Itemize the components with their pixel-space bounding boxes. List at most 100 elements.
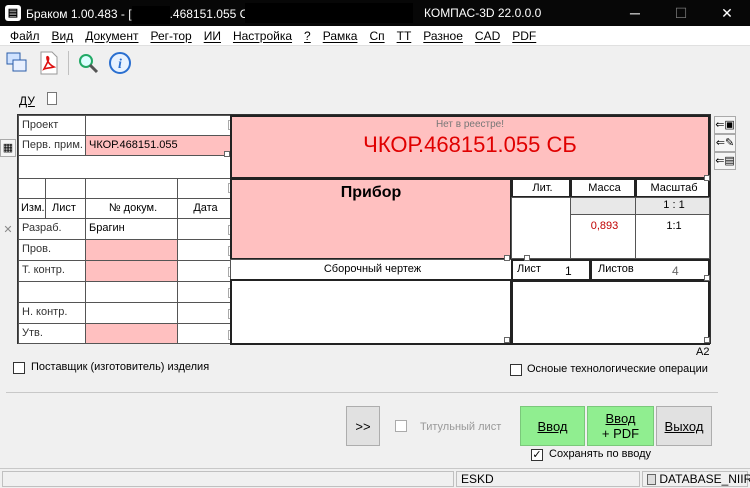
menu-view[interactable]: Вид bbox=[46, 29, 80, 43]
menu-ai[interactable]: ИИ bbox=[198, 29, 227, 43]
close-icon[interactable]: ✕ bbox=[704, 0, 750, 26]
doc-type-field[interactable]: Сборочный чертеж bbox=[230, 259, 512, 280]
project-field[interactable] bbox=[85, 115, 231, 136]
masshtab-top-field[interactable]: 1 : 1 bbox=[635, 197, 710, 215]
status-database-panel: DATABASE_NIIR bbox=[642, 471, 750, 487]
lit-field[interactable] bbox=[511, 197, 571, 259]
razrab-date[interactable] bbox=[177, 218, 231, 240]
nkontr-date[interactable] bbox=[177, 302, 231, 324]
title-block-stamp: Проект Перв. прим. ЧКОР.468151.055 Изм. … bbox=[17, 114, 711, 345]
menu-registry[interactable]: Рег-тор bbox=[144, 29, 197, 43]
menu-pdf[interactable]: PDF bbox=[506, 29, 542, 43]
resize-handle[interactable] bbox=[704, 175, 710, 181]
save-on-enter-checkbox[interactable]: ✓ bbox=[531, 449, 543, 461]
company-field[interactable] bbox=[511, 280, 710, 345]
supplier-label: Поставщик (изготовитель) изделия bbox=[31, 361, 210, 373]
redaction-bar bbox=[245, 3, 413, 23]
resize-handle[interactable] bbox=[524, 255, 530, 261]
resize-handle[interactable] bbox=[704, 337, 710, 343]
blank-field[interactable] bbox=[85, 281, 178, 303]
sheets-label: Листов bbox=[598, 263, 634, 275]
save-icon[interactable]: ⇐▣ bbox=[714, 116, 736, 134]
perv-prim-field[interactable]: ЧКОР.468151.055 bbox=[85, 135, 231, 156]
enter-pdf-line2: + PDF bbox=[601, 426, 640, 441]
info-icon[interactable]: i bbox=[107, 50, 133, 76]
attach-icon[interactable]: ⇐✎ bbox=[714, 134, 736, 152]
sheet-field[interactable]: Лист 1 bbox=[511, 259, 591, 281]
nkontr-label: Н. контр. bbox=[18, 302, 86, 324]
resize-handle[interactable] bbox=[704, 275, 710, 281]
prov-date[interactable] bbox=[177, 239, 231, 261]
minimize-icon[interactable]: ─ bbox=[612, 0, 658, 26]
enter-pdf-button[interactable]: Ввод + PDF bbox=[587, 406, 654, 446]
menu-cad[interactable]: CAD bbox=[469, 29, 506, 43]
menu-sp[interactable]: Сп bbox=[363, 29, 390, 43]
tkontr-date[interactable] bbox=[177, 260, 231, 282]
ndoc-cell[interactable] bbox=[85, 178, 178, 199]
pdf-icon[interactable] bbox=[36, 50, 62, 76]
izm-cell[interactable] bbox=[18, 178, 46, 199]
menu-file[interactable]: Файл bbox=[4, 29, 46, 43]
product-name-field[interactable]: Прибор bbox=[230, 178, 512, 260]
resize-handle[interactable] bbox=[504, 255, 510, 261]
list-cell[interactable] bbox=[45, 178, 86, 199]
svg-text:i: i bbox=[118, 57, 122, 72]
tech-ops-checkbox[interactable] bbox=[510, 364, 522, 376]
status-database: DATABASE_NIIR bbox=[659, 472, 750, 486]
menu-settings[interactable]: Настройка bbox=[227, 29, 298, 43]
exit-button[interactable]: Выход bbox=[656, 406, 712, 446]
massa-value[interactable]: 0,893 bbox=[570, 214, 636, 259]
resize-handle[interactable] bbox=[224, 151, 230, 157]
status-panel bbox=[2, 471, 454, 487]
save-on-enter-label: Сохранять по вводу bbox=[549, 448, 652, 460]
date-header: Дата bbox=[177, 198, 231, 219]
sheets-field[interactable]: Листов 4 bbox=[590, 259, 710, 281]
list-header: Лист bbox=[45, 198, 86, 219]
masshtab-header: Масштаб bbox=[635, 178, 710, 198]
nkontr-field[interactable] bbox=[85, 302, 178, 324]
menu-bar: Файл Вид Документ Рег-тор ИИ Настройка ?… bbox=[0, 26, 750, 46]
search-icon[interactable] bbox=[75, 50, 101, 76]
massa-header: Масса bbox=[570, 178, 636, 198]
utv-field[interactable] bbox=[85, 323, 178, 344]
title-prefix: Браком 1.00.483 - [ bbox=[26, 7, 132, 22]
title-sheet-checkbox[interactable] bbox=[395, 420, 407, 432]
resize-handle[interactable] bbox=[504, 337, 510, 343]
toolbar: i bbox=[0, 46, 750, 80]
kompas-version: КОМПАС-3D 22.0.0.0 bbox=[424, 6, 542, 20]
enter-button[interactable]: Ввод bbox=[520, 406, 585, 446]
date-cell[interactable] bbox=[177, 178, 231, 199]
razrab-field[interactable]: Брагин bbox=[85, 218, 178, 240]
menu-document[interactable]: Документ bbox=[79, 29, 144, 43]
menu-help[interactable]: ? bbox=[298, 29, 317, 43]
clear-icon[interactable]: ✕ bbox=[0, 222, 16, 240]
masshtab-value[interactable]: 1:1 bbox=[635, 214, 710, 259]
menu-frame[interactable]: Рамка bbox=[317, 29, 364, 43]
project-label: Проект bbox=[18, 115, 86, 136]
maximize-icon[interactable]: ☐ bbox=[658, 0, 704, 26]
massa-top-field[interactable] bbox=[570, 197, 636, 215]
toolbar-separator bbox=[68, 51, 69, 75]
menu-misc[interactable]: Разное bbox=[417, 29, 469, 43]
utv-date[interactable] bbox=[177, 323, 231, 344]
du-checkbox[interactable] bbox=[47, 92, 57, 105]
blank-label bbox=[18, 281, 86, 303]
title-suffix: .468151.055 СБ bbox=[169, 7, 257, 22]
menu-tt[interactable]: ТТ bbox=[391, 29, 418, 43]
blank-date[interactable] bbox=[177, 281, 231, 303]
tkontr-field[interactable] bbox=[85, 260, 178, 282]
status-standard: ESKD bbox=[456, 471, 640, 487]
supplier-checkbox[interactable] bbox=[13, 362, 25, 374]
registry-warning: Нет в реестре! bbox=[435, 119, 505, 130]
more-button[interactable]: >> bbox=[346, 406, 380, 446]
stamp-tool-icon[interactable]: ▦ bbox=[0, 139, 16, 157]
prov-field[interactable] bbox=[85, 239, 178, 261]
windows-icon[interactable] bbox=[4, 50, 30, 76]
razrab-label: Разраб. bbox=[18, 218, 86, 240]
database-icon bbox=[647, 474, 656, 486]
organization-field[interactable] bbox=[230, 279, 512, 345]
paste-icon[interactable]: ⇐▤ bbox=[714, 152, 736, 170]
status-bar: ESKD DATABASE_NIIR bbox=[0, 468, 750, 488]
designation-field[interactable]: Нет в реестре! ЧКОР.468151.055 СБ bbox=[230, 115, 710, 179]
window-title: Браком 1.00.483 - [ .468151.055 СБ bbox=[26, 6, 256, 24]
